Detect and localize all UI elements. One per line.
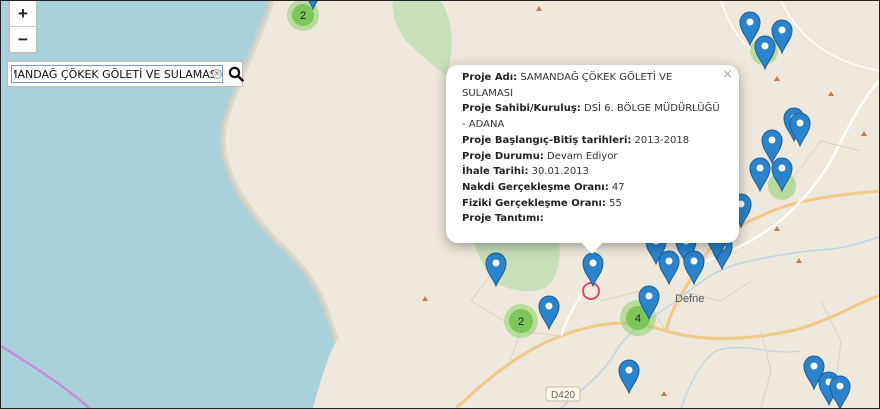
map-pin[interactable] (829, 375, 851, 408)
popup-field-value: 47 (608, 181, 625, 193)
search-box: × (7, 61, 244, 87)
map-pin[interactable] (618, 359, 640, 395)
popup-field-label: Fiziki Gerçekleşme Oranı: (462, 197, 606, 209)
popup-close-button[interactable]: × (722, 67, 733, 83)
popup-field: Proje Durumu: Devam Ediyor (462, 149, 725, 165)
popup-field-label: Proje Sahibi/Kuruluş: (462, 103, 581, 115)
popup-field: Proje Tanıtımı: (462, 211, 725, 227)
project-info-popup: × Proje Adı: SAMANDAĞ ÇÖKEK GÖLETİ VE SU… (446, 65, 739, 254)
map-pin[interactable] (789, 112, 811, 148)
map-pin[interactable] (683, 250, 705, 286)
park-area (392, 1, 452, 76)
popup-field: İhale Tarihi: 30.01.2013 (462, 164, 725, 180)
zoom-out-button[interactable]: − (10, 26, 36, 52)
search-input[interactable] (11, 65, 223, 83)
clear-search-icon[interactable]: × (212, 69, 222, 79)
popup-field-label: Proje Adı: (462, 72, 518, 83)
selected-location-ring (582, 282, 600, 300)
popup-tip (581, 242, 603, 254)
road-label: D420 (551, 390, 575, 401)
popup-field-label: Proje Başlangıç-Bitiş tarihleri: (462, 134, 632, 146)
popup-content: Proje Adı: SAMANDAĞ ÇÖKEK GÖLETİ VE SULA… (462, 70, 725, 227)
popup-field-value: 55 (605, 197, 622, 209)
popup-field: Nakdi Gerçekleşme Oranı: 47 (462, 180, 725, 196)
zoom-control: + − (8, 1, 38, 54)
map-viewport[interactable]: D420 Defne 2 2 4 + − SAMANDAĞ ÇÖKEK GÖLE… (0, 0, 880, 409)
town-label: Defne (675, 293, 704, 305)
svg-text:2: 2 (518, 316, 524, 328)
zoom-in-button[interactable]: + (10, 1, 36, 26)
popup-field: Proje Başlangıç-Bitiş tarihleri: 2013-20… (462, 133, 725, 149)
popup-field-label: İhale Tarihi: (462, 166, 529, 178)
map-pin[interactable] (658, 250, 680, 286)
popup-field: Proje Adı: SAMANDAĞ ÇÖKEK GÖLETİ VE SULA… (462, 70, 725, 101)
popup-field-value: 2013-2018 (631, 134, 690, 146)
popup-field-label: Nakdi Gerçekleşme Oranı: (462, 181, 609, 193)
svg-text:2: 2 (300, 10, 306, 22)
popup-field: Fiziki Gerçekleşme Oranı: 55 (462, 196, 725, 212)
popup-field-value: 30.01.2013 (528, 166, 589, 178)
search-icon[interactable] (228, 66, 244, 82)
popup-field-label: Proje Tanıtımı: (462, 213, 544, 225)
map-pin[interactable] (749, 157, 771, 193)
svg-text:4: 4 (635, 313, 641, 325)
popup-field-label: Proje Durumu: (462, 150, 544, 162)
map-pin[interactable] (538, 295, 560, 331)
river (680, 346, 802, 408)
popup-field: Proje Sahibi/Kuruluş: DSİ 6. BÖLGE MÜDÜR… (462, 101, 725, 132)
map-pin[interactable] (582, 252, 604, 288)
popup-field-value: Devam Ediyor (543, 150, 618, 162)
marker-cluster[interactable]: 2 (504, 304, 538, 338)
map-pin[interactable] (754, 35, 776, 71)
